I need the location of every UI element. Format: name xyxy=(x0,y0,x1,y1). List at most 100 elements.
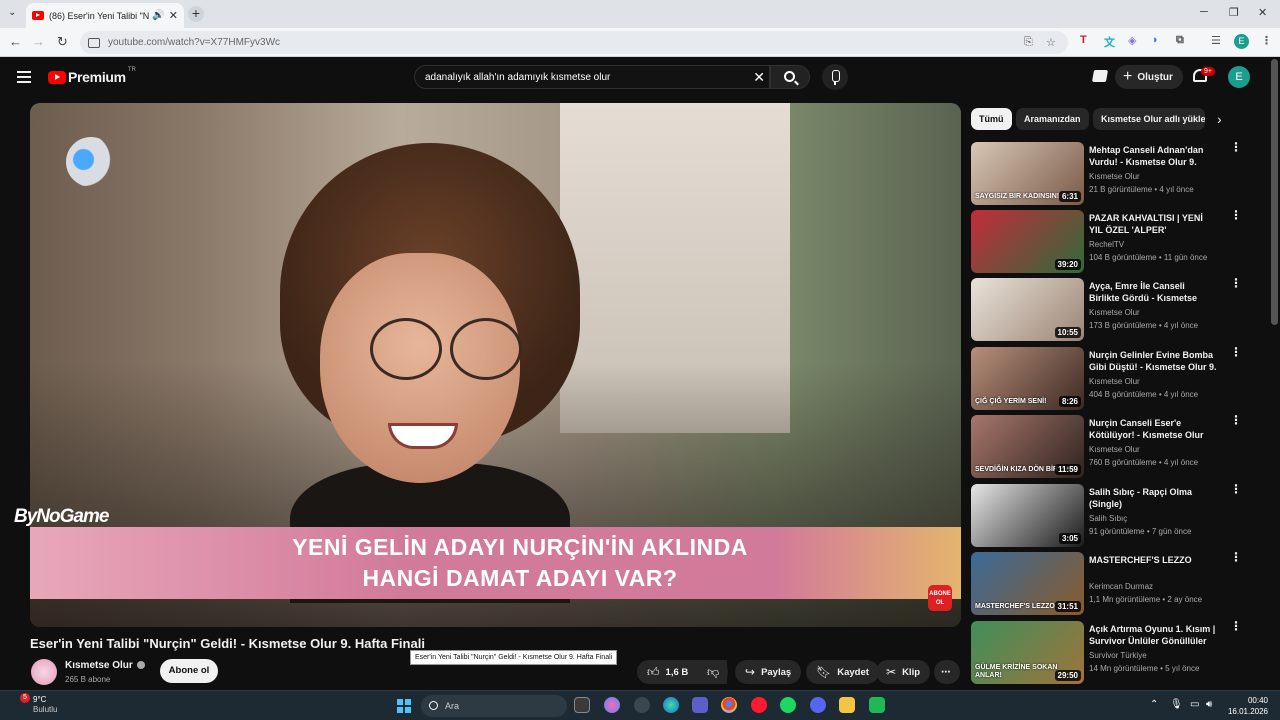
forward-icon[interactable]: → xyxy=(32,34,45,49)
bookmark-star-icon[interactable]: ☆ xyxy=(1046,36,1056,49)
more-actions-button[interactable]: ⋯ xyxy=(934,660,960,684)
video-thumbnail[interactable]: 10:55 xyxy=(971,278,1084,341)
site-info-icon[interactable] xyxy=(88,37,100,48)
network-icon[interactable]: ▭ xyxy=(1190,699,1199,710)
more-options-icon[interactable]: ⋮ xyxy=(1230,620,1242,632)
close-window-icon[interactable]: ✕ xyxy=(1258,6,1267,19)
dislike-button[interactable]: 👎︎ xyxy=(700,660,728,684)
tab-list-icon[interactable]: ⌄ xyxy=(8,7,16,18)
menu-kebab-icon[interactable]: ⋮ xyxy=(1261,34,1272,47)
cast-icon[interactable] xyxy=(1091,70,1109,82)
channel-name[interactable]: Kısmetse Olur xyxy=(1089,172,1140,181)
search-button[interactable] xyxy=(770,65,810,89)
app-icon[interactable] xyxy=(869,697,885,713)
channel-name[interactable]: Kısmetse Olur xyxy=(1089,308,1140,317)
install-icon[interactable]: ⎘ xyxy=(1024,36,1033,49)
channel-avatar[interactable] xyxy=(31,659,57,685)
video-title[interactable]: Salih Sıbıç - Rapçi Olma (Single) xyxy=(1089,486,1217,510)
profile-avatar[interactable]: E xyxy=(1234,34,1249,49)
volume-icon[interactable]: 🔊︎ xyxy=(1206,699,1212,710)
video-thumbnail[interactable]: 3:05 xyxy=(971,484,1084,547)
chip-all[interactable]: Tümü xyxy=(971,108,1012,130)
file-explorer-icon[interactable] xyxy=(839,697,855,713)
voice-search-icon[interactable] xyxy=(822,64,848,90)
reading-list-icon[interactable]: ☰ xyxy=(1211,34,1221,47)
browser-tab[interactable]: (86) Eser'in Yeni Talibi "Nurç 🔊 ✕ xyxy=(26,3,184,28)
channel-name[interactable]: RechelTV xyxy=(1089,240,1124,249)
tab-close-icon[interactable]: ✕ xyxy=(169,9,178,22)
video-title[interactable]: Nurçin Gelinler Evine Bomba Gibi Düştü! … xyxy=(1089,349,1217,373)
discord-icon[interactable] xyxy=(810,697,826,713)
video-title[interactable]: PAZAR KAHVALTISI | YENİ YIL ÖZEL 'ALPER' xyxy=(1089,212,1217,236)
clip-button[interactable]: ✂ Klip xyxy=(876,660,931,684)
video-thumbnail[interactable]: GÜLME KRİZİNE SOKAN ANLAR! 29:50 xyxy=(971,621,1084,684)
copilot-icon[interactable] xyxy=(604,697,620,713)
extension-icon[interactable]: T xyxy=(1080,34,1087,46)
system-clock[interactable]: 00:40 16.01.2026 xyxy=(1226,695,1268,717)
weather-widget[interactable]: 9°C Bulutlu xyxy=(33,695,57,715)
more-options-icon[interactable]: ⋮ xyxy=(1230,209,1242,221)
microphone-icon[interactable]: 🎙︎ xyxy=(1170,699,1183,710)
scrollbar[interactable] xyxy=(1271,59,1278,325)
video-player[interactable]: YENİ GELİN ADAYI NURÇİN'İN AKLINDA HANGİ… xyxy=(30,103,961,627)
recommendation-item[interactable]: 10:55 Ayça, Emre İle Canseli Birlikte Gör… xyxy=(971,277,1242,342)
video-title[interactable]: Açık Artırma Oyunu 1. Kısım | Survivor Ü… xyxy=(1089,623,1217,647)
share-button[interactable]: ↪ Paylaş xyxy=(735,660,802,684)
channel-name[interactable]: Kısmetse Olur xyxy=(65,660,145,671)
chip-from-search[interactable]: Aramanızdan xyxy=(1016,108,1089,130)
chevron-right-icon[interactable]: › xyxy=(1217,111,1222,127)
video-thumbnail[interactable]: SEVDİĞİN KIZA DÖN BİR BAK! 11:59 xyxy=(971,415,1084,478)
recommendation-item[interactable]: ÇIĞ ÇIĞ YERİM SENİ! 8:26 Nurçin Gelinler E… xyxy=(971,346,1242,411)
more-options-icon[interactable]: ⋮ xyxy=(1230,483,1242,495)
recommendation-item[interactable]: MASTERCHEF'S LEZZO 31:51 MASTERCHEF'S LEZZ… xyxy=(971,551,1242,616)
search-input[interactable]: adanalıyık allah'ın adamıyık kısmetse ol… xyxy=(414,65,770,89)
recommendation-item[interactable]: SAYGISIZ BIR KADINSIN! 6:31 Mehtap Canseli… xyxy=(971,141,1242,206)
recommendation-item[interactable]: GÜLME KRİZİNE SOKAN ANLAR! 29:50 Açık Artı… xyxy=(971,620,1242,685)
minimize-icon[interactable]: ─ xyxy=(1200,6,1208,18)
spotify-icon[interactable] xyxy=(780,697,796,713)
speaker-icon[interactable]: 🔊 xyxy=(152,10,164,21)
extension-icon[interactable]: ◗ xyxy=(1152,34,1159,46)
video-thumbnail[interactable]: MASTERCHEF'S LEZZO 31:51 xyxy=(971,552,1084,615)
more-options-icon[interactable]: ⋮ xyxy=(1230,277,1242,289)
maximize-icon[interactable]: ❐ xyxy=(1229,6,1239,19)
recommendation-item[interactable]: SEVDİĞİN KIZA DÖN BİR BAK! 11:59 Nurçin Ca… xyxy=(971,414,1242,479)
settings-icon[interactable] xyxy=(634,697,650,713)
address-bar[interactable]: youtube.com/watch?v=X77HMFyv3Wc ⎘ ☆ xyxy=(80,31,1068,54)
teams-icon[interactable] xyxy=(692,697,708,713)
channel-name[interactable]: Survivor Türkiye xyxy=(1089,651,1147,660)
video-title[interactable]: Mehtap Canseli Adnan'dan Vurdu! - Kısmet… xyxy=(1089,144,1217,168)
start-windows-icon[interactable] xyxy=(397,699,411,713)
clear-search-icon[interactable]: ✕ xyxy=(753,69,765,86)
video-title[interactable]: Nurçin Canseli Eser'e Kötülüyor! - Kısme… xyxy=(1089,417,1217,441)
show-hidden-icons-icon[interactable]: ⌃ xyxy=(1150,699,1158,710)
subscribe-button[interactable]: Abone ol xyxy=(160,659,218,683)
opera-icon[interactable] xyxy=(751,697,767,713)
edge-icon[interactable] xyxy=(663,697,679,713)
channel-name[interactable]: Salih Sıbıç xyxy=(1089,514,1127,523)
account-avatar[interactable]: E xyxy=(1228,66,1250,88)
translate-extension-icon[interactable]: 文 xyxy=(1104,34,1115,50)
channel-name[interactable]: Kerimcan Durmaz xyxy=(1089,582,1153,591)
chip-channel-uploads[interactable]: Kısmetse Olur adlı yükle xyxy=(1093,108,1205,130)
youtube-logo[interactable]: Premium TR xyxy=(48,67,136,85)
taskbar-search[interactable]: Ara xyxy=(421,695,567,717)
extension-icon[interactable]: ◈ xyxy=(1128,34,1136,47)
channel-name[interactable]: Kısmetse Olur xyxy=(1089,377,1140,386)
more-options-icon[interactable]: ⋮ xyxy=(1230,551,1242,563)
reload-icon[interactable]: ↻ xyxy=(57,34,68,50)
more-options-icon[interactable]: ⋮ xyxy=(1230,141,1242,153)
chrome-icon[interactable] xyxy=(721,697,737,713)
video-title[interactable]: Ayça, Emre İle Canseli Birlikte Gördü - … xyxy=(1089,280,1217,304)
video-title[interactable]: MASTERCHEF'S LEZZO xyxy=(1089,554,1217,566)
video-thumbnail[interactable]: SAYGISIZ BIR KADINSIN! 6:31 xyxy=(971,142,1084,205)
video-thumbnail[interactable]: 39:20 xyxy=(971,210,1084,273)
create-button[interactable]: + Oluştur xyxy=(1115,65,1183,89)
recommendation-item[interactable]: 39:20 PAZAR KAHVALTISI | YENİ YIL ÖZEL 'A… xyxy=(971,209,1242,274)
save-button[interactable]: 🔖︎ Kaydet xyxy=(806,660,879,684)
video-thumbnail[interactable]: ÇIĞ ÇIĞ YERİM SENİ! 8:26 xyxy=(971,347,1084,410)
recommendation-item[interactable]: 3:05 Salih Sıbıç - Rapçi Olma (Single) Sal… xyxy=(971,483,1242,548)
hamburger-menu-icon[interactable] xyxy=(17,71,31,86)
back-icon[interactable]: ← xyxy=(9,34,22,49)
task-view-icon[interactable] xyxy=(574,697,590,713)
